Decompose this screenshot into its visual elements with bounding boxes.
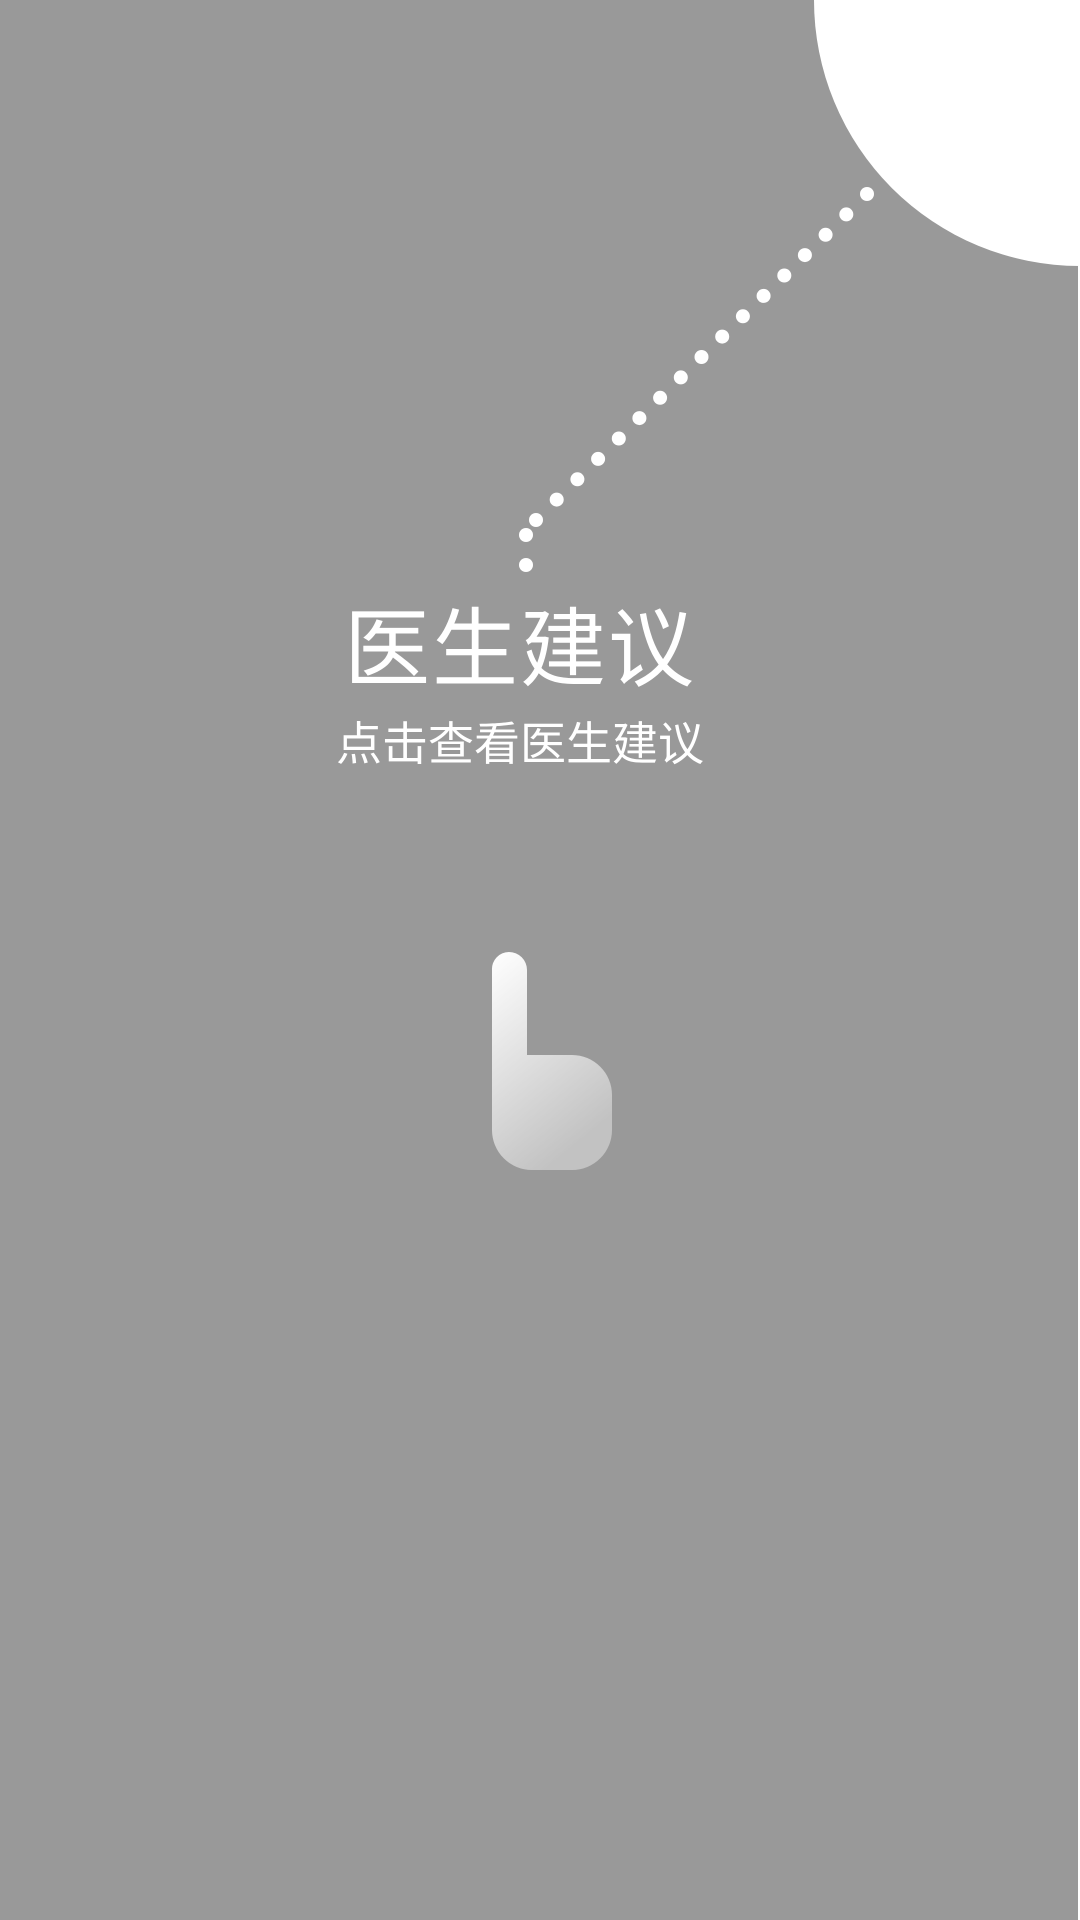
guide-dot	[735, 309, 750, 324]
guide-dot	[653, 390, 668, 405]
guide-dot	[549, 492, 564, 507]
guide-dot	[839, 207, 854, 222]
guide-dot	[777, 268, 792, 283]
guide-dot	[694, 350, 709, 364]
guide-dot	[860, 187, 874, 201]
guide-dot	[591, 451, 606, 466]
hand-pointer-icon	[491, 952, 612, 1170]
guide-dot	[632, 411, 647, 426]
guide-dot	[756, 288, 771, 303]
guide-dot	[570, 472, 585, 487]
guide-dot	[715, 329, 730, 344]
guide-dot	[797, 248, 812, 263]
guide-dot	[519, 528, 533, 542]
guide-title: 医生建议	[344, 600, 696, 700]
guide-dot	[673, 370, 688, 385]
guide-subtitle: 点击查看医生建议	[336, 717, 704, 771]
guide-dot	[818, 227, 833, 242]
guide-dot	[529, 513, 543, 527]
guide-screen[interactable]: 医生建议 点击查看医生建议	[0, 0, 1080, 1920]
guide-dot	[519, 558, 533, 572]
guide-dot	[611, 431, 626, 446]
